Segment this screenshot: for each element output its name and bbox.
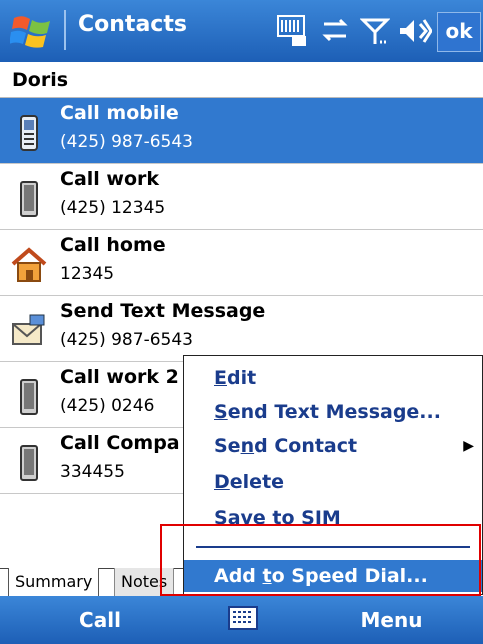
- menu-item-edit[interactable]: Edit: [184, 362, 482, 394]
- volume-icon[interactable]: [398, 14, 432, 48]
- contact-name: Doris: [0, 62, 483, 98]
- keyboard-icon[interactable]: [228, 606, 258, 630]
- menu-bar: Call Menu: [0, 596, 483, 644]
- app-title: Contacts: [78, 12, 187, 37]
- entry-label: Call home: [60, 234, 166, 256]
- entry-value: (425) 0246: [60, 396, 155, 416]
- call-softkey[interactable]: Call: [0, 596, 200, 644]
- menu-item-accelerator: D: [214, 471, 230, 493]
- menu-item-delete[interactable]: Delete: [184, 466, 482, 498]
- home-icon: [11, 247, 47, 282]
- menu-item-accelerator: E: [214, 367, 227, 389]
- desk-phone-icon: [20, 379, 38, 415]
- menu-item-text: d Contact: [254, 435, 358, 457]
- desk-phone-icon: [20, 445, 38, 481]
- entry-label: Send Text Message: [60, 300, 266, 322]
- entry-value: 12345: [60, 264, 115, 284]
- text-message-icon: [12, 314, 45, 345]
- desk-phone-icon: [20, 181, 38, 217]
- menu-item-send-text-message[interactable]: Send Text Message...: [184, 396, 482, 428]
- entry-label: Call work 2: [60, 366, 179, 388]
- list-item-call-home[interactable]: Call home 12345: [0, 230, 483, 296]
- menu-item-text: Se: [214, 435, 241, 457]
- list-item-call-work[interactable]: Call work (425) 12345: [0, 164, 483, 230]
- menu-item-text: end Text Message...: [227, 401, 441, 423]
- list-item-call-mobile[interactable]: Call mobile (425) 987-6543: [0, 98, 483, 164]
- entry-label: Call mobile: [60, 102, 179, 124]
- highlight-annotation-box: [160, 524, 481, 596]
- entry-value: (425) 987-6543: [60, 330, 193, 350]
- menu-softkey[interactable]: Menu: [300, 596, 483, 644]
- tab-summary[interactable]: Summary: [8, 568, 100, 597]
- entry-label: Call Compa: [60, 432, 180, 454]
- title-bar: Contacts ok: [0, 0, 483, 62]
- entry-value: (425) 12345: [60, 198, 166, 218]
- menu-item-text: elete: [229, 471, 285, 493]
- signal-icon[interactable]: [360, 14, 390, 48]
- input-panel-icon[interactable]: [276, 14, 308, 48]
- submenu-arrow-icon: ▶: [463, 438, 474, 454]
- menu-item-accelerator: S: [214, 401, 228, 423]
- mobile-phone-icon: [20, 115, 38, 151]
- entry-value: 334455: [60, 462, 125, 482]
- list-item-send-text-message[interactable]: Send Text Message (425) 987-6543: [0, 296, 483, 362]
- menu-item-text: dit: [226, 367, 257, 389]
- connectivity-icon[interactable]: [320, 14, 350, 48]
- menu-item-accelerator: n: [240, 435, 255, 457]
- start-menu-icon[interactable]: [10, 10, 54, 52]
- entry-value: (425) 987-6543: [60, 132, 193, 152]
- title-separator: [64, 10, 66, 50]
- entry-label: Call work: [60, 168, 160, 190]
- menu-item-send-contact[interactable]: Send Contact ▶: [184, 430, 482, 462]
- ok-button[interactable]: ok: [437, 12, 481, 52]
